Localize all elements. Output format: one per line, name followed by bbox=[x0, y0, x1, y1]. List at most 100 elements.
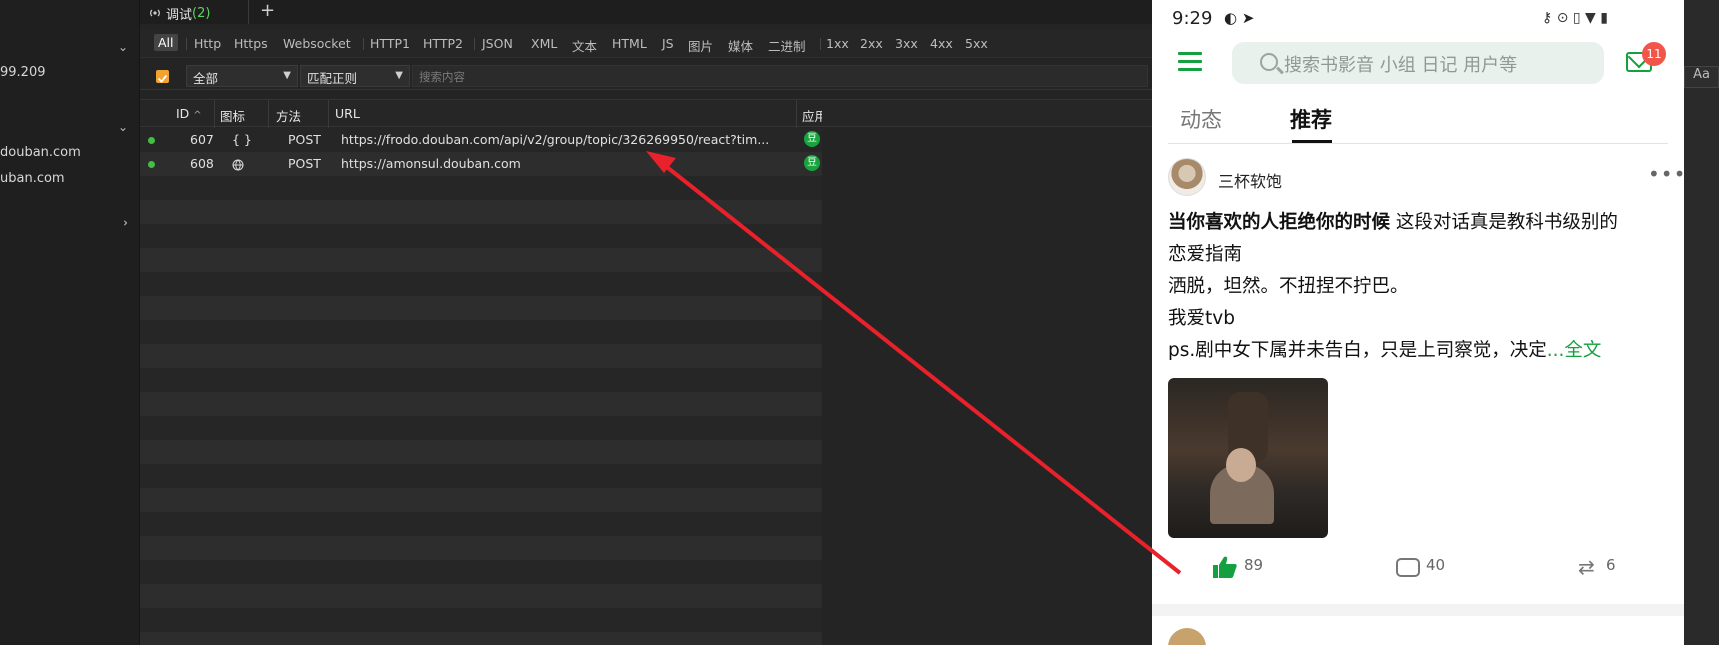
filter-2xx[interactable]: 2xx bbox=[860, 36, 883, 51]
filter-image[interactable]: 图片 bbox=[688, 36, 713, 55]
chevron-down-icon[interactable]: ⌄ bbox=[118, 40, 128, 54]
tab-recommend[interactable]: 推荐 bbox=[1290, 104, 1332, 134]
filter-text[interactable]: 文本 bbox=[572, 36, 597, 55]
table-row[interactable]: 607 { } POST https://frodo.douban.com/ap… bbox=[140, 128, 822, 152]
column-divider[interactable] bbox=[268, 100, 269, 128]
post-text: 我爱tvb bbox=[1168, 308, 1235, 329]
tab-label: 调试 bbox=[166, 7, 193, 23]
filter-5xx[interactable]: 5xx bbox=[965, 36, 988, 51]
scope-select[interactable]: 全部 ▼ bbox=[186, 65, 298, 87]
empty-row bbox=[140, 320, 822, 344]
divider bbox=[820, 38, 821, 50]
add-tab-button[interactable]: + bbox=[260, 0, 275, 22]
column-header-id[interactable]: ID ^ bbox=[176, 106, 202, 121]
avatar[interactable] bbox=[1168, 158, 1206, 196]
tab-debug[interactable]: 调试 (2) bbox=[148, 2, 210, 24]
filter-binary[interactable]: 二进制 bbox=[768, 36, 806, 55]
post-text: 恋爱指南 bbox=[1168, 244, 1243, 265]
sidebar-item[interactable]: 99.209 bbox=[0, 65, 46, 80]
filter-3xx[interactable]: 3xx bbox=[895, 36, 918, 51]
sort-asc-icon: ^ bbox=[193, 110, 202, 121]
case-sensitive-button[interactable]: Aa bbox=[1684, 66, 1719, 88]
detail-pane bbox=[822, 128, 1152, 645]
divider bbox=[474, 38, 475, 50]
empty-row bbox=[140, 296, 822, 320]
tab-feed[interactable]: 动态 bbox=[1180, 104, 1222, 134]
empty-row bbox=[140, 440, 822, 464]
sidebar-item[interactable]: uban.com bbox=[0, 171, 65, 186]
filter-html[interactable]: HTML bbox=[612, 36, 647, 51]
search-bar: 全部 ▼ 匹配正则 ▼ 搜索内容 bbox=[140, 62, 1152, 90]
more-options-icon[interactable]: ••• bbox=[1648, 162, 1686, 186]
sidebar-item[interactable]: douban.com bbox=[0, 145, 81, 160]
empty-row bbox=[140, 584, 822, 608]
image-figure bbox=[1226, 448, 1256, 482]
empty-row bbox=[140, 512, 822, 536]
phone-screen: 9:29 ◐ ➤ ⚷ ⊙ ▯ ▼ ▮ 搜索书影音 小组 日记 用户等 11 动态… bbox=[1152, 0, 1686, 645]
filter-http1[interactable]: HTTP1 bbox=[370, 36, 410, 51]
post-author[interactable]: 三杯软饱 bbox=[1218, 168, 1282, 192]
column-divider[interactable] bbox=[796, 100, 797, 128]
match-mode-select[interactable]: 匹配正则 ▼ bbox=[300, 65, 410, 87]
table-header: ID ^ 图标 方法 URL 应用 bbox=[140, 99, 1152, 128]
row-id: 607 bbox=[190, 132, 214, 147]
request-list: 607 { } POST https://frodo.douban.com/ap… bbox=[140, 128, 822, 645]
post-text: ps.剧中女下属并未告白，只是上司察觉，决定 bbox=[1168, 340, 1547, 361]
chevron-down-icon[interactable]: ⌄ bbox=[118, 120, 128, 134]
read-more-link[interactable]: ...全文 bbox=[1547, 340, 1602, 361]
filter-4xx[interactable]: 4xx bbox=[930, 36, 953, 51]
feed-separator bbox=[1152, 604, 1684, 616]
filter-xml[interactable]: XML bbox=[531, 36, 557, 51]
chevron-right-icon[interactable]: ⌄ bbox=[116, 218, 130, 228]
row-url: https://frodo.douban.com/api/v2/group/to… bbox=[341, 132, 770, 147]
post-title: 当你喜欢的人拒绝你的时候 bbox=[1168, 212, 1391, 233]
filter-all[interactable]: All bbox=[154, 34, 178, 51]
menu-icon[interactable] bbox=[1178, 52, 1202, 71]
empty-row bbox=[140, 344, 822, 368]
reshare-icon[interactable]: ⇄ bbox=[1578, 557, 1604, 578]
like-count: 89 bbox=[1244, 556, 1264, 574]
comment-count: 40 bbox=[1426, 556, 1446, 574]
table-row[interactable]: 608 POST https://amonsul.douban.com 豆 bbox=[140, 152, 822, 176]
empty-row bbox=[140, 416, 822, 440]
column-header-app[interactable]: 应用 bbox=[802, 106, 822, 125]
filter-websocket[interactable]: Websocket bbox=[283, 36, 351, 51]
tab-divider bbox=[248, 0, 249, 24]
comment-icon[interactable] bbox=[1396, 558, 1420, 577]
filter-json[interactable]: JSON bbox=[482, 36, 513, 51]
post-image[interactable] bbox=[1168, 378, 1328, 538]
post-text-line: ps.剧中女下属并未告白，只是上司察觉，决定...全文 bbox=[1168, 340, 1601, 362]
column-header-url[interactable]: URL bbox=[335, 106, 360, 121]
column-header-icon[interactable]: 图标 bbox=[220, 106, 245, 125]
column-header-method[interactable]: 方法 bbox=[276, 106, 301, 125]
tab-count: (2) bbox=[192, 5, 211, 21]
filter-http2[interactable]: HTTP2 bbox=[423, 36, 463, 51]
filter-https[interactable]: Https bbox=[234, 36, 268, 51]
filter-js[interactable]: JS bbox=[662, 36, 674, 51]
empty-row bbox=[140, 560, 822, 584]
post-title-line[interactable]: 当你喜欢的人拒绝你的时候 这段对话真是教科书级别的 bbox=[1168, 212, 1618, 234]
avatar[interactable] bbox=[1168, 628, 1206, 645]
chevron-down-icon: ▼ bbox=[395, 70, 403, 81]
filter-1xx[interactable]: 1xx bbox=[826, 36, 849, 51]
reshare-count: 6 bbox=[1606, 556, 1616, 574]
match-mode-value: 匹配正则 bbox=[307, 71, 358, 86]
empty-row bbox=[140, 632, 822, 645]
empty-row bbox=[140, 464, 822, 488]
search-input[interactable]: 搜索内容 bbox=[412, 65, 1148, 87]
empty-row bbox=[140, 368, 822, 392]
empty-row bbox=[140, 608, 822, 632]
douban-app-icon: 豆 bbox=[804, 155, 820, 171]
like-icon[interactable] bbox=[1212, 554, 1238, 580]
column-divider[interactable] bbox=[328, 100, 329, 128]
filter-media[interactable]: 媒体 bbox=[728, 36, 753, 55]
filter-checkbox[interactable] bbox=[156, 70, 169, 83]
filter-http[interactable]: Http bbox=[194, 36, 221, 51]
row-url: https://amonsul.douban.com bbox=[341, 156, 521, 171]
tab-bar: 调试 (2) + bbox=[140, 0, 1152, 24]
chevron-down-icon: ▼ bbox=[283, 70, 291, 81]
row-method: POST bbox=[288, 156, 321, 171]
empty-row bbox=[140, 176, 822, 200]
search-input[interactable]: 搜索书影音 小组 日记 用户等 bbox=[1232, 42, 1604, 84]
column-divider[interactable] bbox=[214, 100, 215, 128]
